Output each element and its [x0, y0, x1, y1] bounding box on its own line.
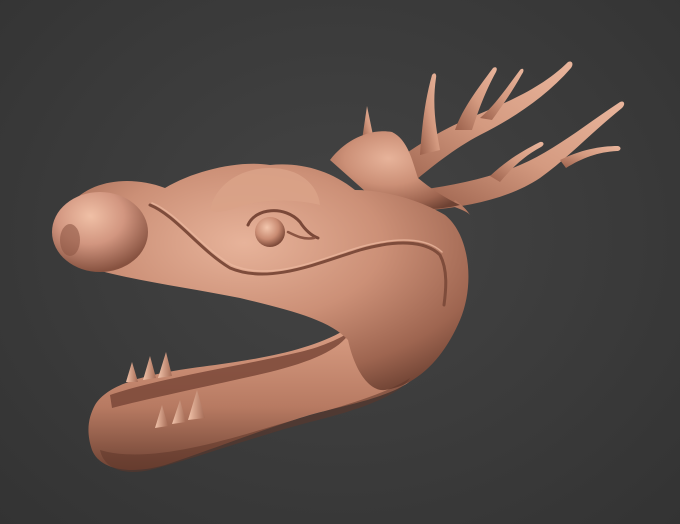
viewport [0, 0, 680, 524]
tooth [143, 356, 156, 380]
tooth [126, 362, 138, 382]
nostril [60, 224, 80, 256]
dragon-head-sculpt [52, 61, 625, 472]
eyeball [255, 217, 285, 247]
antler-branch-1 [420, 73, 440, 155]
tooth [158, 352, 172, 378]
